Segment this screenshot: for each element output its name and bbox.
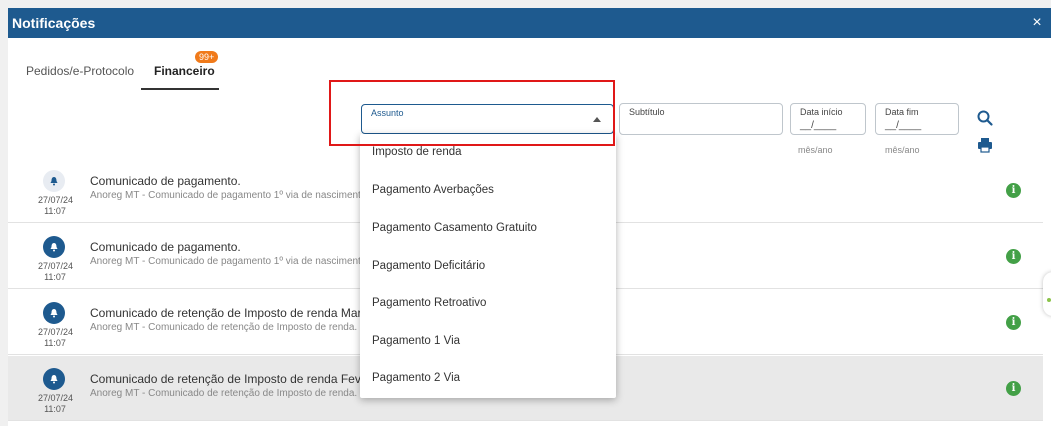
data-fim-hint: mês/ano [885, 145, 920, 155]
dropdown-option[interactable]: Pagamento Deficitário [372, 260, 485, 272]
notification-subtitle: Anoreg MT - Comunicado de retenção de Im… [90, 388, 358, 399]
assunto-dropdown-menu: Imposto de renda Pagamento Averbações Pa… [360, 134, 616, 398]
assunto-label: Assunto [371, 108, 404, 118]
notification-subtitle: Anoreg MT - Comunicado de pagamento 1º v… [90, 190, 367, 201]
bell-icon [43, 236, 65, 258]
notification-subtitle: Anoreg MT - Comunicado de retenção de Im… [90, 322, 358, 333]
notification-date: 27/07/24 [38, 393, 74, 403]
active-tab-indicator [141, 88, 219, 90]
dialog-title: Notificações [12, 15, 96, 31]
data-fim-input[interactable]: Data fim __/____ [875, 103, 959, 135]
assunto-select[interactable]: Assunto [361, 104, 614, 134]
notification-timestamp: 27/07/24 11:07 [38, 261, 74, 283]
close-icon[interactable]: × [1029, 14, 1045, 32]
dropdown-option[interactable]: Pagamento 1 Via [372, 335, 460, 347]
dropdown-option[interactable]: Pagamento 2 Via [372, 372, 460, 384]
bell-icon [43, 368, 65, 390]
notification-date: 27/07/24 [38, 261, 74, 271]
notification-time: 11:07 [44, 272, 66, 282]
tab-pedidos-eprotocolo[interactable]: Pedidos/e-Protocolo [26, 64, 134, 78]
notification-timestamp: 27/07/24 11:07 [38, 327, 74, 349]
dropdown-option[interactable]: Imposto de renda [372, 146, 462, 158]
data-inicio-input[interactable]: Data início __/____ [790, 103, 866, 135]
data-inicio-value: __/____ [800, 120, 837, 131]
data-inicio-label: Data início [800, 107, 843, 117]
data-fim-value: __/____ [885, 120, 922, 131]
data-inicio-hint: mês/ano [798, 145, 833, 155]
notification-title: Comunicado de retenção de Imposto de ren… [90, 306, 385, 320]
tab-bar: Pedidos/e-Protocolo Financeiro 99+ [8, 51, 1051, 94]
info-icon[interactable]: i [1006, 183, 1021, 198]
bell-icon [43, 170, 65, 192]
notification-title: Comunicado de pagamento. [90, 240, 241, 254]
notification-date: 27/07/24 [38, 195, 74, 205]
printer-icon[interactable] [977, 137, 993, 153]
tab-financeiro[interactable]: Financeiro [154, 64, 215, 78]
info-icon[interactable]: i [1006, 249, 1021, 264]
subtitulo-input[interactable]: Subtítulo [619, 103, 783, 135]
info-icon[interactable]: i [1006, 315, 1021, 330]
dropdown-option[interactable]: Pagamento Casamento Gratuito [372, 222, 537, 234]
side-panel-handle[interactable] [1043, 272, 1051, 316]
notification-time: 11:07 [44, 404, 66, 414]
notification-time: 11:07 [44, 206, 66, 216]
subtitulo-label: Subtítulo [629, 107, 665, 117]
unread-count-badge: 99+ [195, 51, 219, 63]
info-icon[interactable]: i [1006, 381, 1021, 396]
notification-timestamp: 27/07/24 11:07 [38, 195, 74, 217]
notification-title: Comunicado de pagamento. [90, 174, 241, 188]
notification-timestamp: 27/07/24 11:07 [38, 393, 74, 415]
status-dot [1047, 298, 1051, 302]
dropdown-option[interactable]: Pagamento Averbações [372, 184, 494, 196]
data-fim-label: Data fim [885, 107, 919, 117]
dialog-titlebar: Notificações × [8, 8, 1051, 38]
caret-up-icon[interactable] [593, 117, 601, 122]
notification-title: Comunicado de retenção de Imposto de ren… [90, 372, 392, 386]
notification-time: 11:07 [44, 338, 66, 348]
search-icon[interactable] [976, 109, 994, 127]
dropdown-option[interactable]: Pagamento Retroativo [372, 297, 486, 309]
notification-date: 27/07/24 [38, 327, 74, 337]
bell-icon [43, 302, 65, 324]
notification-subtitle: Anoreg MT - Comunicado de pagamento 1º v… [90, 256, 367, 267]
